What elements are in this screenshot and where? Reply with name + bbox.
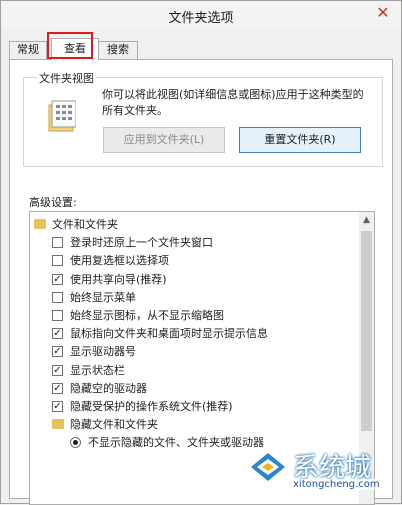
tree-item-label: 使用复选框以选择项	[70, 254, 169, 268]
tree-item-label: 隐藏空的驱动器	[70, 381, 147, 395]
tab-general[interactable]: 常规	[9, 41, 47, 59]
tree-item-label: 隐藏文件和文件夹	[70, 418, 158, 432]
checkbox[interactable]	[52, 255, 63, 267]
watermark-url: xitongcheng.com	[293, 479, 380, 490]
tree-item-label: 不显示隐藏的文件、文件夹或驱动器	[88, 436, 264, 450]
checkbox[interactable]: ✓	[52, 273, 63, 285]
tree-item-label: 文件和文件夹	[52, 218, 118, 231]
tree-item-label: 始终显示图标，从不显示缩略图	[70, 309, 224, 322]
advanced-settings-label: 高级设置:	[29, 196, 77, 209]
checkbox[interactable]: ✓	[52, 401, 63, 412]
folder-view-description: 你可以将此视图(如详细信息或图标)应用于这种类型的所有文件夹。	[102, 88, 364, 117]
checkbox[interactable]	[52, 237, 63, 249]
scroll-thumb[interactable]	[361, 231, 372, 431]
tree-item-label: 隐藏受保护的操作系统文件(推荐)	[70, 400, 233, 413]
tree-item-label: 使用共享向导(推荐)	[70, 272, 167, 286]
tree-item-label: 登录时还原上一个文件夹窗口	[70, 236, 213, 250]
checkbox[interactable]	[52, 310, 63, 321]
folder-options-window: 文件夹选项 ✕ 常规 查看 搜索 文件夹视图 你可以将此视图(如详细信息或图标)…	[0, 0, 402, 505]
tree-item-label: 鼠标指向文件夹和桌面项时显示提示信息	[70, 327, 268, 341]
tab-search[interactable]: 搜索	[98, 41, 138, 59]
apply-to-folders-button[interactable]: 应用到文件夹(L)	[103, 127, 225, 153]
watermark-logo-icon	[251, 453, 285, 481]
tree-item-label: 始终显示菜单	[70, 290, 136, 304]
checkbox[interactable]: ✓	[52, 364, 63, 376]
window-title: 文件夹选项	[168, 11, 234, 26]
checkbox[interactable]: ✓	[52, 346, 63, 358]
tree-item-label: 显示驱动器号	[70, 345, 136, 359]
tab-highlight-box	[47, 32, 93, 59]
checkbox[interactable]	[52, 291, 63, 303]
close-button[interactable]: ✕	[372, 3, 394, 23]
checkbox[interactable]: ✓	[52, 382, 63, 394]
folder-view-icon	[48, 100, 76, 132]
scroll-up-icon[interactable]: ▲	[359, 212, 374, 229]
folder-view-label: 文件夹视图	[37, 70, 96, 86]
folder-icon	[52, 419, 64, 430]
tree-item-label: 显示状态栏	[70, 363, 125, 377]
folder-icon	[34, 219, 46, 229]
reset-folders-button[interactable]: 重置文件夹(R)	[239, 127, 361, 153]
title-bar: 文件夹选项 ✕	[1, 1, 401, 30]
radio-button[interactable]	[70, 437, 81, 449]
checkbox[interactable]: ✓	[52, 328, 63, 340]
